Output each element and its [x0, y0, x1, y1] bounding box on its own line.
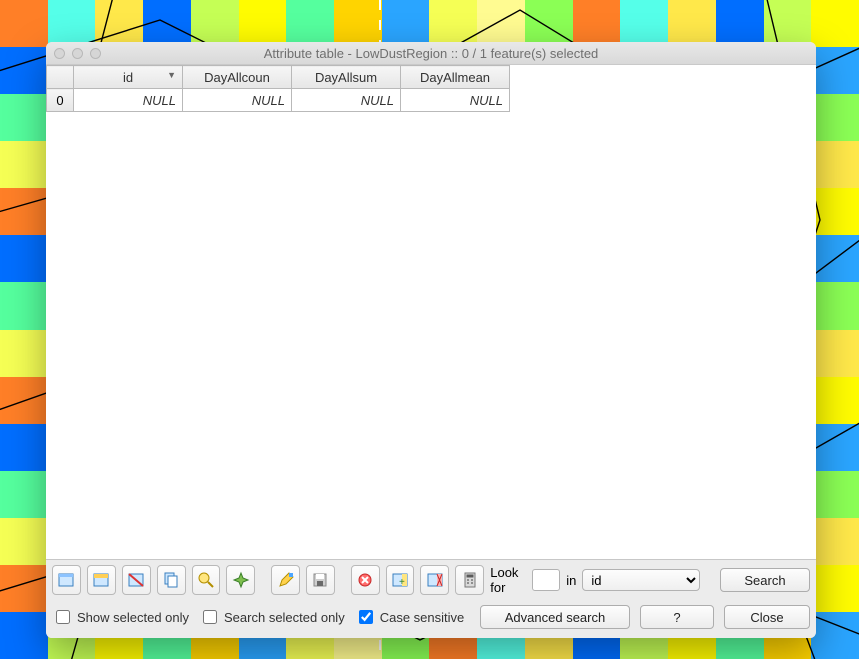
table-corner[interactable]	[47, 66, 74, 89]
cell[interactable]: NULL	[401, 89, 510, 112]
copy-rows-icon	[162, 571, 180, 589]
delete-column-button[interactable]	[420, 565, 449, 595]
zoom-window-icon[interactable]	[90, 48, 101, 59]
field-calculator-button[interactable]	[455, 565, 484, 595]
delete-selected-icon	[356, 571, 374, 589]
case-sensitive-label: Case sensitive	[380, 610, 465, 625]
column-label: id	[123, 70, 133, 85]
attribute-table[interactable]: id ▼ DayAllcoun DayAllsum DayAllmean	[46, 65, 816, 560]
column-header-dayallsum[interactable]: DayAllsum	[292, 66, 401, 89]
toolbar: + Look for in id Search	[46, 560, 816, 600]
search-field-select[interactable]: id	[582, 569, 700, 591]
pan-to-selected-icon	[232, 571, 250, 589]
save-edits-button[interactable]	[306, 565, 335, 595]
invert-selection-icon	[127, 571, 145, 589]
cell[interactable]: NULL	[183, 89, 292, 112]
options-row: Show selected only Search selected only …	[46, 600, 816, 638]
delete-column-icon	[426, 571, 444, 589]
search-selected-only-checkbox[interactable]: Search selected only	[199, 607, 345, 627]
help-button[interactable]: ?	[640, 605, 714, 629]
column-header-dayallcoun[interactable]: DayAllcoun	[183, 66, 292, 89]
table-row[interactable]: 0 NULL NULL NULL NULL	[47, 89, 510, 112]
column-label: DayAllsum	[315, 70, 377, 85]
new-column-button[interactable]: +	[386, 565, 415, 595]
look-for-label: Look for	[490, 565, 526, 595]
search-selected-only-label: Search selected only	[224, 610, 345, 625]
titlebar[interactable]: Attribute table - LowDustRegion :: 0 / 1…	[46, 42, 816, 65]
delete-selected-button[interactable]	[351, 565, 380, 595]
unselect-all-button[interactable]	[52, 565, 81, 595]
search-input[interactable]	[532, 569, 560, 591]
move-selection-to-top-icon	[92, 571, 110, 589]
window-controls	[54, 48, 101, 59]
copy-rows-button[interactable]	[157, 565, 186, 595]
new-column-icon: +	[391, 571, 409, 589]
pan-to-selected-button[interactable]	[226, 565, 255, 595]
column-header-id[interactable]: id ▼	[74, 66, 183, 89]
toggle-editing-button[interactable]	[271, 565, 300, 595]
window-title: Attribute table - LowDustRegion :: 0 / 1…	[46, 46, 816, 61]
cell[interactable]: NULL	[292, 89, 401, 112]
case-sensitive-checkbox[interactable]: Case sensitive	[355, 607, 465, 627]
column-label: DayAllmean	[420, 70, 490, 85]
move-selection-to-top-button[interactable]	[87, 565, 116, 595]
show-selected-only-input[interactable]	[56, 610, 70, 624]
zoom-to-selected-button[interactable]	[192, 565, 221, 595]
field-calculator-icon	[461, 571, 479, 589]
toggle-editing-icon	[277, 571, 295, 589]
svg-text:+: +	[399, 577, 405, 588]
unselect-all-icon	[57, 571, 75, 589]
show-selected-only-checkbox[interactable]: Show selected only	[52, 607, 189, 627]
save-edits-icon	[311, 571, 329, 589]
search-button[interactable]: Search	[720, 568, 810, 592]
in-label: in	[566, 573, 576, 588]
minimize-window-icon[interactable]	[72, 48, 83, 59]
attribute-table-window: Attribute table - LowDustRegion :: 0 / 1…	[46, 42, 816, 638]
close-window-icon[interactable]	[54, 48, 65, 59]
close-button[interactable]: Close	[724, 605, 810, 629]
show-selected-only-label: Show selected only	[77, 610, 189, 625]
zoom-to-selected-icon	[197, 571, 215, 589]
column-label: DayAllcoun	[204, 70, 270, 85]
sort-indicator-icon: ▼	[167, 70, 176, 80]
search-selected-only-input[interactable]	[203, 610, 217, 624]
column-header-dayallmean[interactable]: DayAllmean	[401, 66, 510, 89]
case-sensitive-input[interactable]	[359, 610, 373, 624]
advanced-search-button[interactable]: Advanced search	[480, 605, 630, 629]
row-header[interactable]: 0	[47, 89, 74, 112]
invert-selection-button[interactable]	[122, 565, 151, 595]
cell[interactable]: NULL	[74, 89, 183, 112]
